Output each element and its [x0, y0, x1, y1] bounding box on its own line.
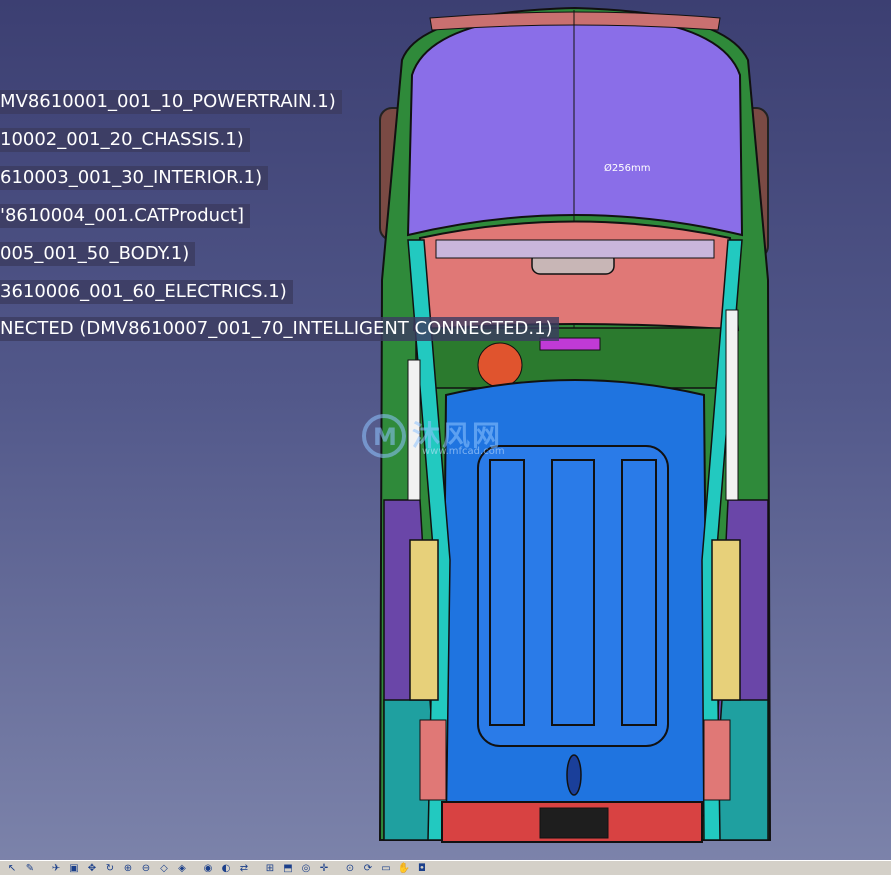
- snap-icon[interactable]: ⊙: [342, 862, 358, 875]
- watermark-logo-icon: M: [362, 414, 406, 458]
- rotate-icon[interactable]: ↻: [102, 862, 118, 875]
- roof-rail-center: [551, 459, 595, 726]
- rear-license-area: [539, 807, 609, 839]
- update-icon[interactable]: ⟳: [360, 862, 376, 875]
- right-tail-lamp: [711, 539, 741, 701]
- left-tail-lamp: [409, 539, 439, 701]
- rear-logo: [566, 754, 582, 796]
- measure-icon[interactable]: ⊞: [262, 862, 278, 875]
- watermark: M 沐风网 www.mfcad.com: [360, 412, 550, 462]
- section-icon[interactable]: ⬒: [280, 862, 296, 875]
- bottom-toolbar: ↖ ✎ ✈ ▣ ✥ ↻ ⊕ ⊖ ◇ ◈ ◉ ◐ ⇄ ⊞ ⬒ ◎ ✛ ⊙ ⟳ ▭ …: [0, 860, 891, 875]
- hood: [406, 12, 744, 237]
- select-icon[interactable]: ↖: [4, 862, 20, 875]
- rear-pink-panel-right: [703, 719, 731, 801]
- shading-icon[interactable]: ◉: [200, 862, 216, 875]
- tree-label-chassis[interactable]: 10002_001_20_CHASSIS.1): [0, 128, 250, 152]
- hide-show-icon[interactable]: ◐: [218, 862, 234, 875]
- dimension-label: Ø256mm: [604, 163, 651, 174]
- roof-rail-right: [621, 459, 657, 726]
- tree-label-powertrain[interactable]: MV8610001_001_10_POWERTRAIN.1): [0, 90, 342, 114]
- camera-icon[interactable]: ◘: [414, 862, 430, 875]
- normal-view-icon[interactable]: ◇: [156, 862, 172, 875]
- tree-label-electrics[interactable]: 3610006_001_60_ELECTRICS.1): [0, 280, 293, 304]
- right-mirror-bar: [725, 309, 739, 501]
- compass-icon[interactable]: ✛: [316, 862, 332, 875]
- swap-visible-icon[interactable]: ⇄: [236, 862, 252, 875]
- pan-icon[interactable]: ✥: [84, 862, 100, 875]
- 3d-viewport[interactable]: MV8610001_001_10_POWERTRAIN.1) 10002_001…: [0, 0, 891, 860]
- toolbar-separator: [254, 862, 260, 875]
- zoom-out-icon[interactable]: ⊖: [138, 862, 154, 875]
- rear-pink-panel-left: [419, 719, 447, 801]
- fit-all-icon[interactable]: ▣: [66, 862, 82, 875]
- iso-view-icon[interactable]: ◈: [174, 862, 190, 875]
- watermark-url: www.mfcad.com: [422, 446, 505, 457]
- cowl-strip: [435, 239, 715, 259]
- toolbar-separator: [334, 862, 340, 875]
- seat-left: [477, 342, 523, 388]
- roof-rail-left: [489, 459, 525, 726]
- dashboard: [412, 220, 740, 332]
- zoom-in-icon[interactable]: ⊕: [120, 862, 136, 875]
- sketch-icon[interactable]: ✎: [22, 862, 38, 875]
- tree-label-intelligent-connected[interactable]: NECTED (DMV8610007_001_70_INTELLIGENT CO…: [0, 317, 559, 341]
- analysis-icon[interactable]: ◎: [298, 862, 314, 875]
- car-icon[interactable]: ▭: [378, 862, 394, 875]
- tree-label-interior[interactable]: 610003_001_30_INTERIOR.1): [0, 166, 269, 190]
- toolbar-separator: [40, 862, 46, 875]
- toolbar-separator: [192, 862, 198, 875]
- tree-label-catproduct[interactable]: '8610004_001.CATProduct]: [0, 204, 251, 228]
- svg-text:M: M: [373, 423, 397, 451]
- manipulate-icon[interactable]: ✋: [396, 862, 412, 875]
- fly-mode-icon[interactable]: ✈: [48, 862, 64, 875]
- tree-label-body[interactable]: 005_001_50_BODY.1): [0, 242, 196, 266]
